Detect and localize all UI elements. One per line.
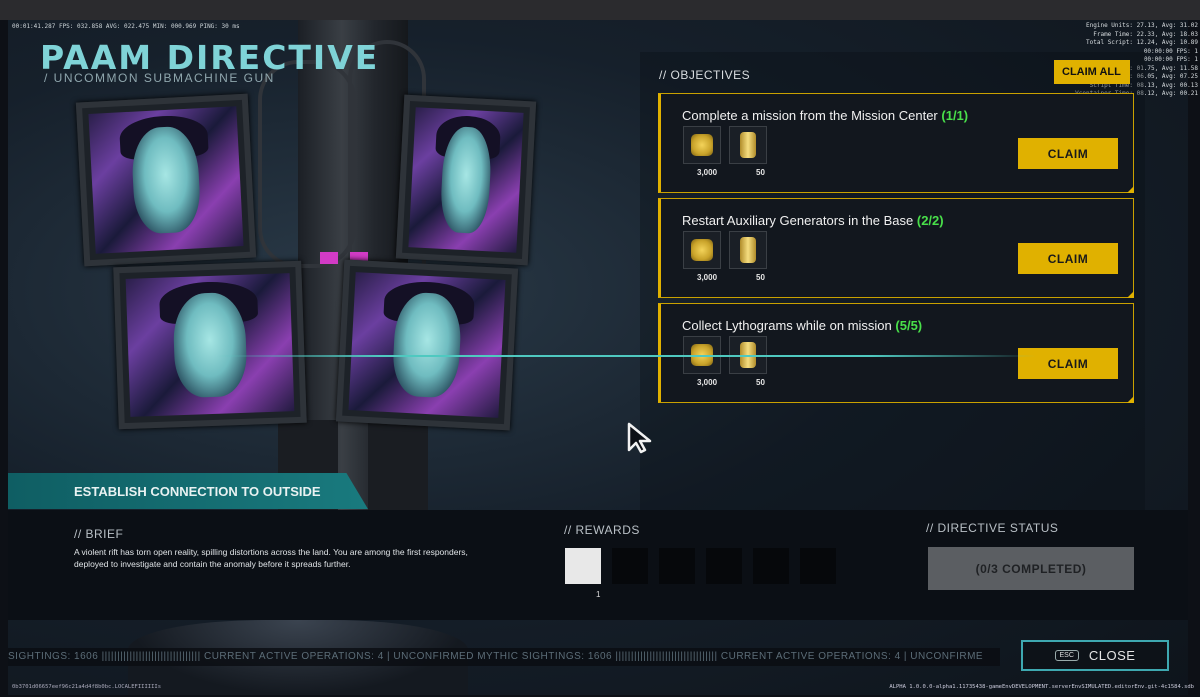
reward-value: 50 xyxy=(756,378,765,387)
lythogram-jar-icon xyxy=(740,237,756,263)
news-ticker: SIGHTINGS: 1606 ||||||||||||||||||||||||… xyxy=(8,648,1000,666)
lythogram-jar-icon xyxy=(740,132,756,158)
window-top-bar xyxy=(0,0,1200,20)
claim-button[interactable]: CLAIM xyxy=(1018,243,1118,274)
objective-card: Collect Lythograms while on mission (5/5… xyxy=(658,303,1134,403)
objective-title: Complete a mission from the Mission Cent… xyxy=(682,108,968,123)
directive-status-header: // DIRECTIVE STATUS xyxy=(926,521,1059,535)
mission-banner-label: ESTABLISH CONNECTION TO OUTSIDE xyxy=(74,484,321,499)
build-version: ALPHA 1.0.0.0-alpha1.11735438-gameEnvDEV… xyxy=(889,684,1194,690)
build-hash: 0b3701d06657eef96c21a4d4f8b0bc.LOCALEFII… xyxy=(12,684,162,690)
objective-card: Restart Auxiliary Generators in the Base… xyxy=(658,198,1134,298)
claim-button[interactable]: CLAIM xyxy=(1018,138,1118,169)
reward-value: 3,000 xyxy=(697,273,718,282)
reward-slot[interactable] xyxy=(729,126,767,164)
reward-slot[interactable] xyxy=(683,231,721,269)
directive-status-value: (0/3 COMPLETED) xyxy=(928,547,1134,590)
face-monitor xyxy=(75,93,257,267)
reward-slot[interactable] xyxy=(683,126,721,164)
objective-title: Restart Auxiliary Generators in the Base… xyxy=(682,213,944,228)
close-button[interactable]: ESC CLOSE xyxy=(1021,640,1169,671)
face-monitor xyxy=(113,260,307,430)
reward-value: 50 xyxy=(756,168,765,177)
cable-decoration xyxy=(258,60,356,268)
reward-slot-locked[interactable] xyxy=(659,548,695,584)
glitch-scanline xyxy=(216,355,1036,357)
reward-slot-locked[interactable] xyxy=(800,548,836,584)
credit-coin-icon xyxy=(691,239,713,261)
objective-progress: (2/2) xyxy=(916,213,944,228)
claim-all-button[interactable]: CLAIM ALL xyxy=(1054,60,1130,84)
corner-accent xyxy=(1127,396,1134,403)
corner-accent xyxy=(1127,291,1134,298)
reward-slot-unlocked[interactable] xyxy=(565,548,601,584)
reward-value: 3,000 xyxy=(697,168,718,177)
rewards-header: // REWARDS xyxy=(564,523,640,537)
objective-title-text: Collect Lythograms while on mission xyxy=(682,318,892,333)
objective-progress: (5/5) xyxy=(895,318,923,333)
debug-stats-left: 00:01:41.287 FPS: 032.858 AVG: 022.475 M… xyxy=(12,23,240,30)
objective-card: Complete a mission from the Mission Cent… xyxy=(658,93,1134,193)
reward-slot[interactable] xyxy=(729,231,767,269)
mouse-cursor-icon xyxy=(627,422,652,454)
objective-title: Collect Lythograms while on mission (5/5… xyxy=(682,318,922,333)
reward-slot-locked[interactable] xyxy=(612,548,648,584)
objective-title-text: Complete a mission from the Mission Cent… xyxy=(682,108,938,123)
reward-value: 3,000 xyxy=(697,378,718,387)
objective-progress: (1/1) xyxy=(941,108,969,123)
face-monitor xyxy=(335,259,519,431)
page-subtitle: / UNCOMMON SUBMACHINE GUN xyxy=(44,71,275,85)
close-button-label: CLOSE xyxy=(1088,648,1136,663)
objectives-header: // OBJECTIVES xyxy=(659,68,751,82)
claim-button[interactable]: CLAIM xyxy=(1018,348,1118,379)
magenta-light xyxy=(320,252,338,264)
objective-title-text: Restart Auxiliary Generators in the Base xyxy=(682,213,914,228)
brief-header: // BRIEF xyxy=(74,527,124,541)
credit-coin-icon xyxy=(691,134,713,156)
face-monitor xyxy=(395,94,537,266)
corner-accent xyxy=(1127,186,1134,193)
reward-slot-locked[interactable] xyxy=(753,548,789,584)
brief-text: A violent rift has torn open reality, sp… xyxy=(74,547,468,569)
reward-slot-count: 1 xyxy=(596,590,601,599)
reward-value: 50 xyxy=(756,273,765,282)
esc-key-icon: ESC xyxy=(1054,650,1079,661)
reward-slot-locked[interactable] xyxy=(706,548,742,584)
